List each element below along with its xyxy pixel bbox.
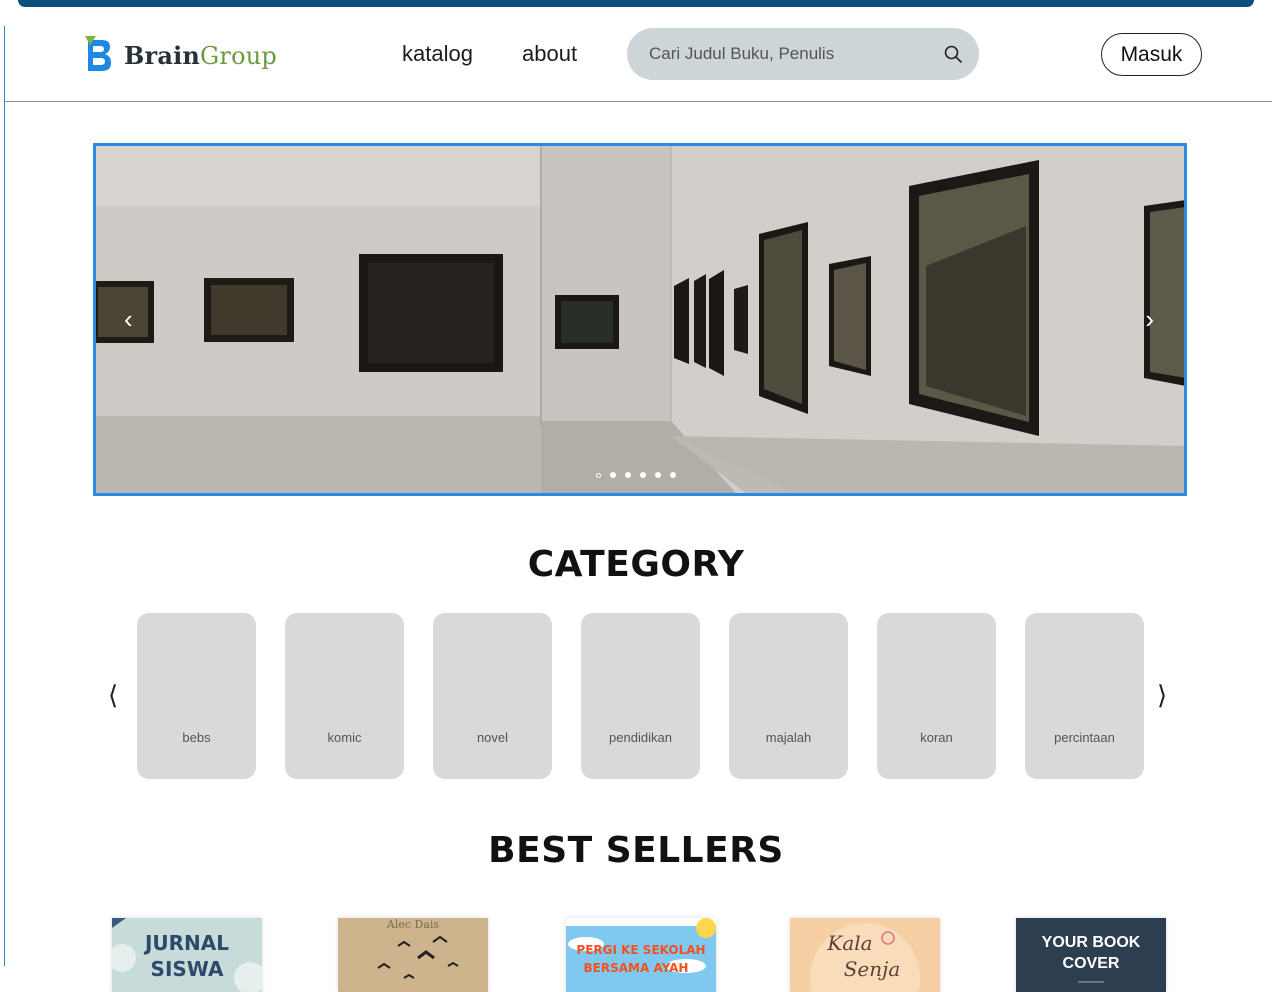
category-label: koran	[920, 730, 953, 745]
category-card[interactable]: bebs	[137, 613, 256, 779]
category-card[interactable]: novel	[433, 613, 552, 779]
login-button[interactable]: Masuk	[1101, 33, 1202, 76]
brand-name-brain: Brain	[124, 40, 201, 70]
carousel-dot[interactable]	[625, 472, 631, 478]
book-cover-text: COVER	[1063, 955, 1120, 972]
gallery-hero-image	[96, 146, 1184, 493]
book-cover-text: BERSAMA AYAH	[584, 961, 689, 975]
window-top-bar	[18, 0, 1254, 7]
category-label: majalah	[765, 730, 812, 745]
book-cover-image: Kala Senja	[790, 918, 940, 992]
book-cover-image: Alec Dais	[338, 918, 488, 992]
best-sellers-title: BEST SELLERS	[488, 830, 784, 871]
category-label: komic	[327, 730, 362, 745]
book-cover-alec-dais[interactable]: Alec Dais	[338, 918, 488, 992]
book-cover-image: JURNAL SISWA	[112, 918, 262, 992]
carousel-dot[interactable]	[610, 472, 616, 478]
search-icon[interactable]	[943, 44, 963, 64]
brand-name-group: Group	[200, 41, 277, 70]
search-bar	[627, 28, 979, 80]
category-card[interactable]: komic	[285, 613, 404, 779]
site-header: BrainGroup katalog about Masuk	[4, 8, 1272, 102]
book-cover-text: JURNAL	[143, 931, 229, 955]
category-title: CATEGORY	[527, 544, 745, 585]
brand-name: BrainGroup	[124, 41, 277, 70]
category-prev-button[interactable]: ⟨	[108, 680, 118, 711]
window-left-edge	[4, 26, 5, 966]
book-cover-text: Kala	[826, 931, 872, 955]
category-card[interactable]: percintaan	[1025, 613, 1144, 779]
book-cover-image: YOUR BOOK COVER	[1016, 918, 1166, 992]
category-label: percintaan	[1054, 730, 1115, 745]
search-input[interactable]	[649, 42, 929, 66]
nav-katalog-link[interactable]: katalog	[402, 41, 473, 67]
category-card[interactable]: koran	[877, 613, 996, 779]
category-label: pendidikan	[609, 730, 672, 745]
carousel-next-button[interactable]: ›	[1145, 304, 1154, 335]
book-cover-text: Senja	[844, 957, 901, 981]
book-cover-image: PERGI KE SEKOLAH BERSAMA AYAH	[566, 918, 716, 992]
category-label: bebs	[182, 730, 211, 745]
book-cover-kala-senja[interactable]: Kala Senja	[790, 918, 940, 992]
hero-carousel: ‹ ›	[93, 143, 1187, 496]
book-cover-text: YOUR BOOK	[1042, 934, 1141, 951]
book-cover-your-book-cover[interactable]: YOUR BOOK COVER	[1016, 918, 1166, 992]
carousel-dot[interactable]	[596, 472, 601, 478]
carousel-dot[interactable]	[670, 472, 676, 478]
brand-logo[interactable]: BrainGroup	[82, 36, 277, 74]
nav-about-link[interactable]: about	[522, 41, 577, 67]
category-card[interactable]: majalah	[729, 613, 848, 779]
book-cover-text: Alec Dais	[386, 918, 440, 931]
category-label: novel	[476, 730, 509, 745]
book-cover-text: PERGI KE SEKOLAH	[576, 943, 705, 957]
book-cover-text: SISWA	[151, 957, 224, 981]
book-cover-jurnal-siswa[interactable]: JURNAL SISWA	[112, 918, 262, 992]
category-card[interactable]: pendidikan	[581, 613, 700, 779]
category-list: bebs komic novel pendidikan majalah kora…	[137, 613, 1144, 779]
carousel-dot[interactable]	[655, 472, 661, 478]
category-next-button[interactable]: ⟩	[1157, 680, 1167, 711]
carousel-dot[interactable]	[640, 472, 646, 478]
book-cover-pergi-ke-sekolah[interactable]: PERGI KE SEKOLAH BERSAMA AYAH	[566, 918, 716, 992]
carousel-prev-button[interactable]: ‹	[124, 304, 133, 335]
braingroup-logo-icon	[85, 36, 111, 71]
carousel-indicators	[596, 472, 676, 478]
